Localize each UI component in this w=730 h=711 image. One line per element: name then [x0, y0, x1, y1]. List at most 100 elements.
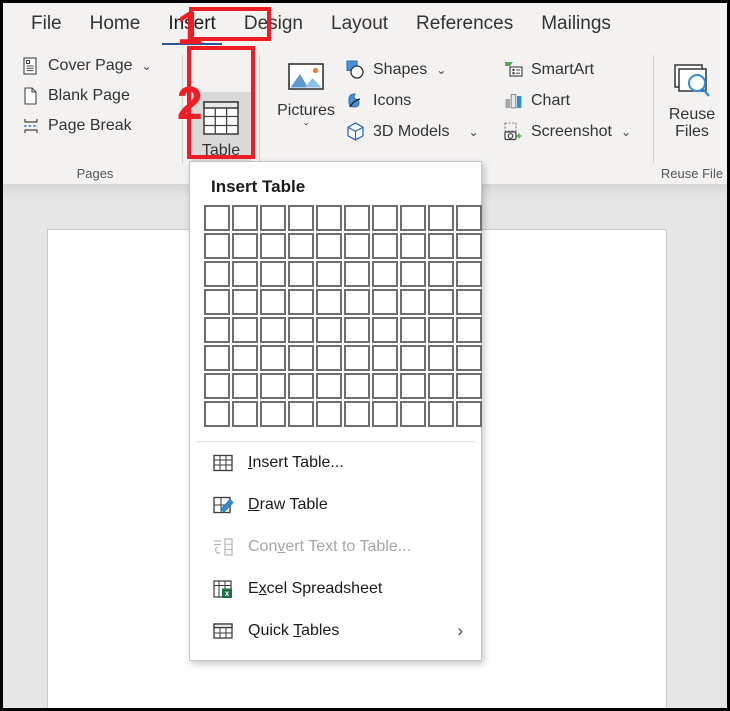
grid-cell[interactable] [232, 205, 258, 231]
grid-cell[interactable] [372, 289, 398, 315]
grid-cell[interactable] [344, 373, 370, 399]
grid-cell[interactable] [204, 233, 230, 259]
grid-cell[interactable] [232, 233, 258, 259]
chevron-right-icon[interactable]: › [457, 621, 463, 641]
grid-cell[interactable] [400, 289, 426, 315]
grid-cell[interactable] [204, 373, 230, 399]
chevron-down-icon[interactable]: ⌄ [468, 125, 478, 139]
shapes-button[interactable]: Shapes ⌄ [345, 54, 479, 85]
grid-cell[interactable] [344, 345, 370, 371]
grid-cell[interactable] [316, 205, 342, 231]
grid-cell[interactable] [456, 205, 482, 231]
grid-cell[interactable] [288, 289, 314, 315]
grid-cell[interactable] [204, 401, 230, 427]
grid-cell[interactable] [260, 317, 286, 343]
grid-cell[interactable] [400, 261, 426, 287]
grid-cell[interactable] [372, 261, 398, 287]
grid-cell[interactable] [400, 345, 426, 371]
grid-cell[interactable] [428, 345, 454, 371]
grid-cell[interactable] [288, 205, 314, 231]
grid-cell[interactable] [260, 289, 286, 315]
grid-cell[interactable] [372, 233, 398, 259]
grid-cell[interactable] [204, 289, 230, 315]
grid-cell[interactable] [288, 261, 314, 287]
grid-cell[interactable] [288, 317, 314, 343]
grid-cell[interactable] [428, 401, 454, 427]
menu-item-excel-spreadsheet[interactable]: x Excel Spreadsheet [190, 568, 481, 610]
grid-cell[interactable] [316, 401, 342, 427]
3d-models-button[interactable]: 3D Models ⌄ [345, 116, 479, 147]
grid-cell[interactable] [232, 261, 258, 287]
grid-cell[interactable] [400, 233, 426, 259]
tab-design[interactable]: Design [230, 10, 317, 38]
grid-cell[interactable] [428, 205, 454, 231]
screenshot-button[interactable]: Screenshot ⌄ [503, 116, 631, 147]
grid-cell[interactable] [232, 345, 258, 371]
grid-cell[interactable] [372, 205, 398, 231]
grid-cell[interactable] [400, 205, 426, 231]
menu-item-insert-table[interactable]: Insert Table... [190, 442, 481, 484]
chevron-down-icon[interactable]: ˇ [304, 121, 308, 135]
grid-cell[interactable] [260, 401, 286, 427]
grid-cell[interactable] [288, 401, 314, 427]
grid-cell[interactable] [288, 373, 314, 399]
page-break-button[interactable]: Page Break [17, 111, 156, 141]
grid-cell[interactable] [372, 373, 398, 399]
grid-cell[interactable] [344, 289, 370, 315]
menu-item-quick-tables[interactable]: Quick Tables › [190, 610, 481, 652]
grid-cell[interactable] [456, 401, 482, 427]
chevron-down-icon[interactable]: ⌄ [621, 125, 631, 139]
grid-cell[interactable] [316, 317, 342, 343]
grid-cell[interactable] [428, 289, 454, 315]
grid-cell[interactable] [316, 261, 342, 287]
grid-cell[interactable] [428, 317, 454, 343]
cover-page-button[interactable]: Cover Page ⌄ [17, 51, 156, 81]
grid-cell[interactable] [204, 317, 230, 343]
grid-cell[interactable] [344, 317, 370, 343]
grid-cell[interactable] [260, 373, 286, 399]
tab-file[interactable]: File [17, 10, 76, 38]
grid-cell[interactable] [456, 289, 482, 315]
tab-layout[interactable]: Layout [317, 10, 402, 38]
chevron-down-icon[interactable]: ⌄ [142, 59, 152, 73]
grid-cell[interactable] [232, 289, 258, 315]
grid-cell[interactable] [456, 261, 482, 287]
grid-cell[interactable] [456, 317, 482, 343]
grid-cell[interactable] [260, 345, 286, 371]
grid-cell[interactable] [316, 233, 342, 259]
chart-button[interactable]: Chart [503, 85, 631, 116]
grid-cell[interactable] [288, 345, 314, 371]
grid-cell[interactable] [316, 345, 342, 371]
grid-cell[interactable] [428, 373, 454, 399]
grid-cell[interactable] [344, 205, 370, 231]
icons-button[interactable]: Icons [345, 85, 479, 116]
blank-page-button[interactable]: Blank Page [17, 81, 156, 111]
smartart-button[interactable]: SmartArt [503, 54, 631, 85]
reuse-files-button[interactable]: Reuse Files [659, 53, 725, 141]
grid-cell[interactable] [204, 261, 230, 287]
grid-cell[interactable] [204, 345, 230, 371]
grid-cell[interactable] [372, 317, 398, 343]
grid-cell[interactable] [344, 233, 370, 259]
grid-cell[interactable] [456, 233, 482, 259]
grid-cell[interactable] [344, 401, 370, 427]
grid-cell[interactable] [260, 261, 286, 287]
grid-cell[interactable] [232, 373, 258, 399]
pictures-button[interactable]: Pictures ˇ [273, 49, 339, 135]
menu-item-draw-table[interactable]: Draw Table [190, 484, 481, 526]
grid-cell[interactable] [288, 233, 314, 259]
grid-cell[interactable] [260, 205, 286, 231]
grid-cell[interactable] [372, 345, 398, 371]
grid-cell[interactable] [456, 345, 482, 371]
tab-mailings[interactable]: Mailings [527, 10, 625, 38]
tab-references[interactable]: References [402, 10, 527, 38]
chevron-down-icon[interactable]: ⌄ [436, 63, 446, 77]
grid-cell[interactable] [400, 401, 426, 427]
grid-cell[interactable] [232, 401, 258, 427]
grid-cell[interactable] [456, 373, 482, 399]
grid-cell[interactable] [204, 205, 230, 231]
grid-cell[interactable] [428, 233, 454, 259]
grid-cell[interactable] [372, 401, 398, 427]
grid-cell[interactable] [316, 373, 342, 399]
grid-cell[interactable] [260, 233, 286, 259]
